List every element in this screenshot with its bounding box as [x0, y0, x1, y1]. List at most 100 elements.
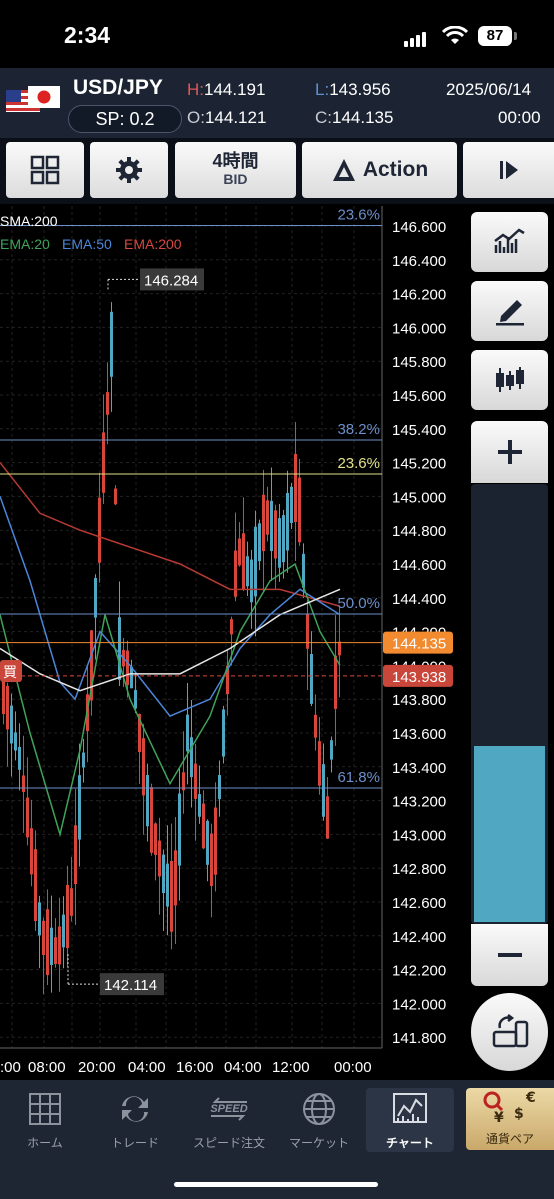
rotate-screen-button[interactable] [471, 993, 548, 1071]
candle-body [230, 619, 233, 635]
candle-body [310, 653, 313, 704]
low-number: 143.956 [329, 80, 391, 99]
rotate-device-icon [492, 1014, 528, 1048]
candle-body [286, 493, 289, 551]
current-price-text: 144.135 [392, 636, 446, 653]
trade-arrows-icon [122, 1096, 148, 1122]
candle-body [82, 752, 85, 768]
spread-badge: SP: 0.2 [68, 105, 182, 133]
close-number: 144.135 [332, 108, 394, 127]
speed-icon: SPEED [210, 1097, 248, 1121]
nav-trade-label: トレード [110, 1136, 159, 1150]
y-axis-label: 144.800 [392, 523, 446, 540]
indicator-button[interactable] [471, 212, 548, 272]
candle-body [110, 311, 113, 377]
candle-body [242, 533, 245, 590]
status-time: 2:34 [64, 22, 111, 48]
home-indicator [174, 1182, 378, 1187]
timeframe-button[interactable]: 4時間 BID [175, 142, 296, 198]
candle-body [294, 453, 297, 522]
settings-button[interactable] [90, 142, 168, 198]
ask-price-text: 143.938 [392, 669, 446, 686]
candle-body [18, 746, 21, 770]
nav-home[interactable]: ホーム [2, 1088, 88, 1150]
quote-time: 00:00 [498, 108, 541, 127]
candle-body [142, 738, 145, 796]
play-button[interactable] [463, 142, 554, 198]
candle-body [26, 797, 29, 838]
candle-body [146, 774, 149, 827]
plus-icon [497, 440, 522, 464]
chart-type-button[interactable] [471, 350, 548, 410]
y-axis-label: 142.400 [392, 929, 446, 946]
candle-body [198, 794, 201, 817]
candle-body [190, 737, 193, 778]
candle-body [282, 515, 285, 563]
timeframe-label: 4時間 [212, 151, 259, 172]
candle-body [206, 820, 209, 865]
y-axis-label: 142.600 [392, 895, 446, 912]
high-number: 144.191 [204, 80, 266, 99]
candle-body [246, 556, 249, 587]
candle-body [78, 775, 81, 840]
zoom-slider-fill[interactable] [474, 746, 545, 922]
zoom-out-button[interactable] [471, 924, 548, 986]
usd-jpy-flag-icon [6, 86, 60, 112]
nav-market-label: マーケット [288, 1136, 349, 1150]
nav-currency-pair[interactable]: € ¥ $ 通貨ペア [466, 1088, 554, 1150]
fibonacci-label: 38.2% [337, 421, 380, 438]
candle-body [54, 937, 57, 964]
candlestick-icon [495, 367, 524, 392]
nav-speed-order[interactable]: SPEED スピード注文 [184, 1088, 274, 1150]
close-label: C: [315, 108, 332, 127]
candle-body [334, 655, 337, 709]
action-button[interactable]: Action [302, 142, 457, 198]
candle-body [270, 500, 273, 552]
y-axis-label: 145.400 [392, 422, 446, 439]
svg-text:$: $ [514, 1106, 524, 1122]
x-axis-label: 04:00 [128, 1059, 166, 1076]
draw-tool-button[interactable] [471, 281, 548, 341]
y-axis-label: 144.400 [392, 591, 446, 608]
action-triangle-icon [332, 159, 355, 181]
home-grid-icon [29, 1093, 61, 1125]
candle-body [62, 914, 65, 948]
open-number: 144.121 [204, 108, 267, 127]
cellular-signal-icon [404, 29, 428, 47]
candle-body [338, 641, 341, 656]
battery-icon: 87 [478, 26, 512, 46]
candle-body [162, 854, 165, 894]
x-axis-label: 04:00 [224, 1059, 262, 1076]
y-axis-label: 141.800 [392, 1030, 446, 1047]
candle-body [186, 714, 189, 752]
candle-body [34, 849, 37, 922]
candle-body [58, 926, 61, 965]
candle-body [258, 523, 261, 562]
nav-chart[interactable]: チャート [366, 1088, 454, 1152]
candle-body [42, 920, 45, 956]
candle-body [278, 518, 281, 568]
zoom-in-button[interactable] [471, 421, 548, 483]
price-chart[interactable]: 146.600 146.400 146.200 146.000 145.800 145.6… [0, 206, 465, 1076]
candle-body [330, 740, 333, 760]
open-label: O: [187, 108, 205, 127]
candle-body [298, 477, 301, 543]
y-axis-label: 143.200 [392, 794, 446, 811]
candle-body [274, 510, 277, 559]
candle-body [262, 494, 265, 552]
nav-currency-pair-label: 通貨ペア [485, 1132, 534, 1146]
candle-body [170, 861, 173, 932]
nav-trade[interactable]: トレード [92, 1088, 178, 1150]
svg-text:¥: ¥ [494, 1110, 504, 1126]
candle-body [46, 909, 49, 976]
candle-body [118, 617, 121, 680]
currency-pair-title[interactable]: USD/JPY [73, 76, 163, 100]
candle-body [254, 526, 257, 597]
candle-body [266, 500, 269, 535]
y-axis-label: 143.600 [392, 726, 446, 743]
nav-chart-label: チャート [386, 1136, 434, 1150]
nav-market[interactable]: マーケット [276, 1088, 362, 1150]
y-axis-label: 143.800 [392, 692, 446, 709]
layout-grid-button[interactable] [6, 142, 84, 198]
candle-body [202, 803, 205, 849]
